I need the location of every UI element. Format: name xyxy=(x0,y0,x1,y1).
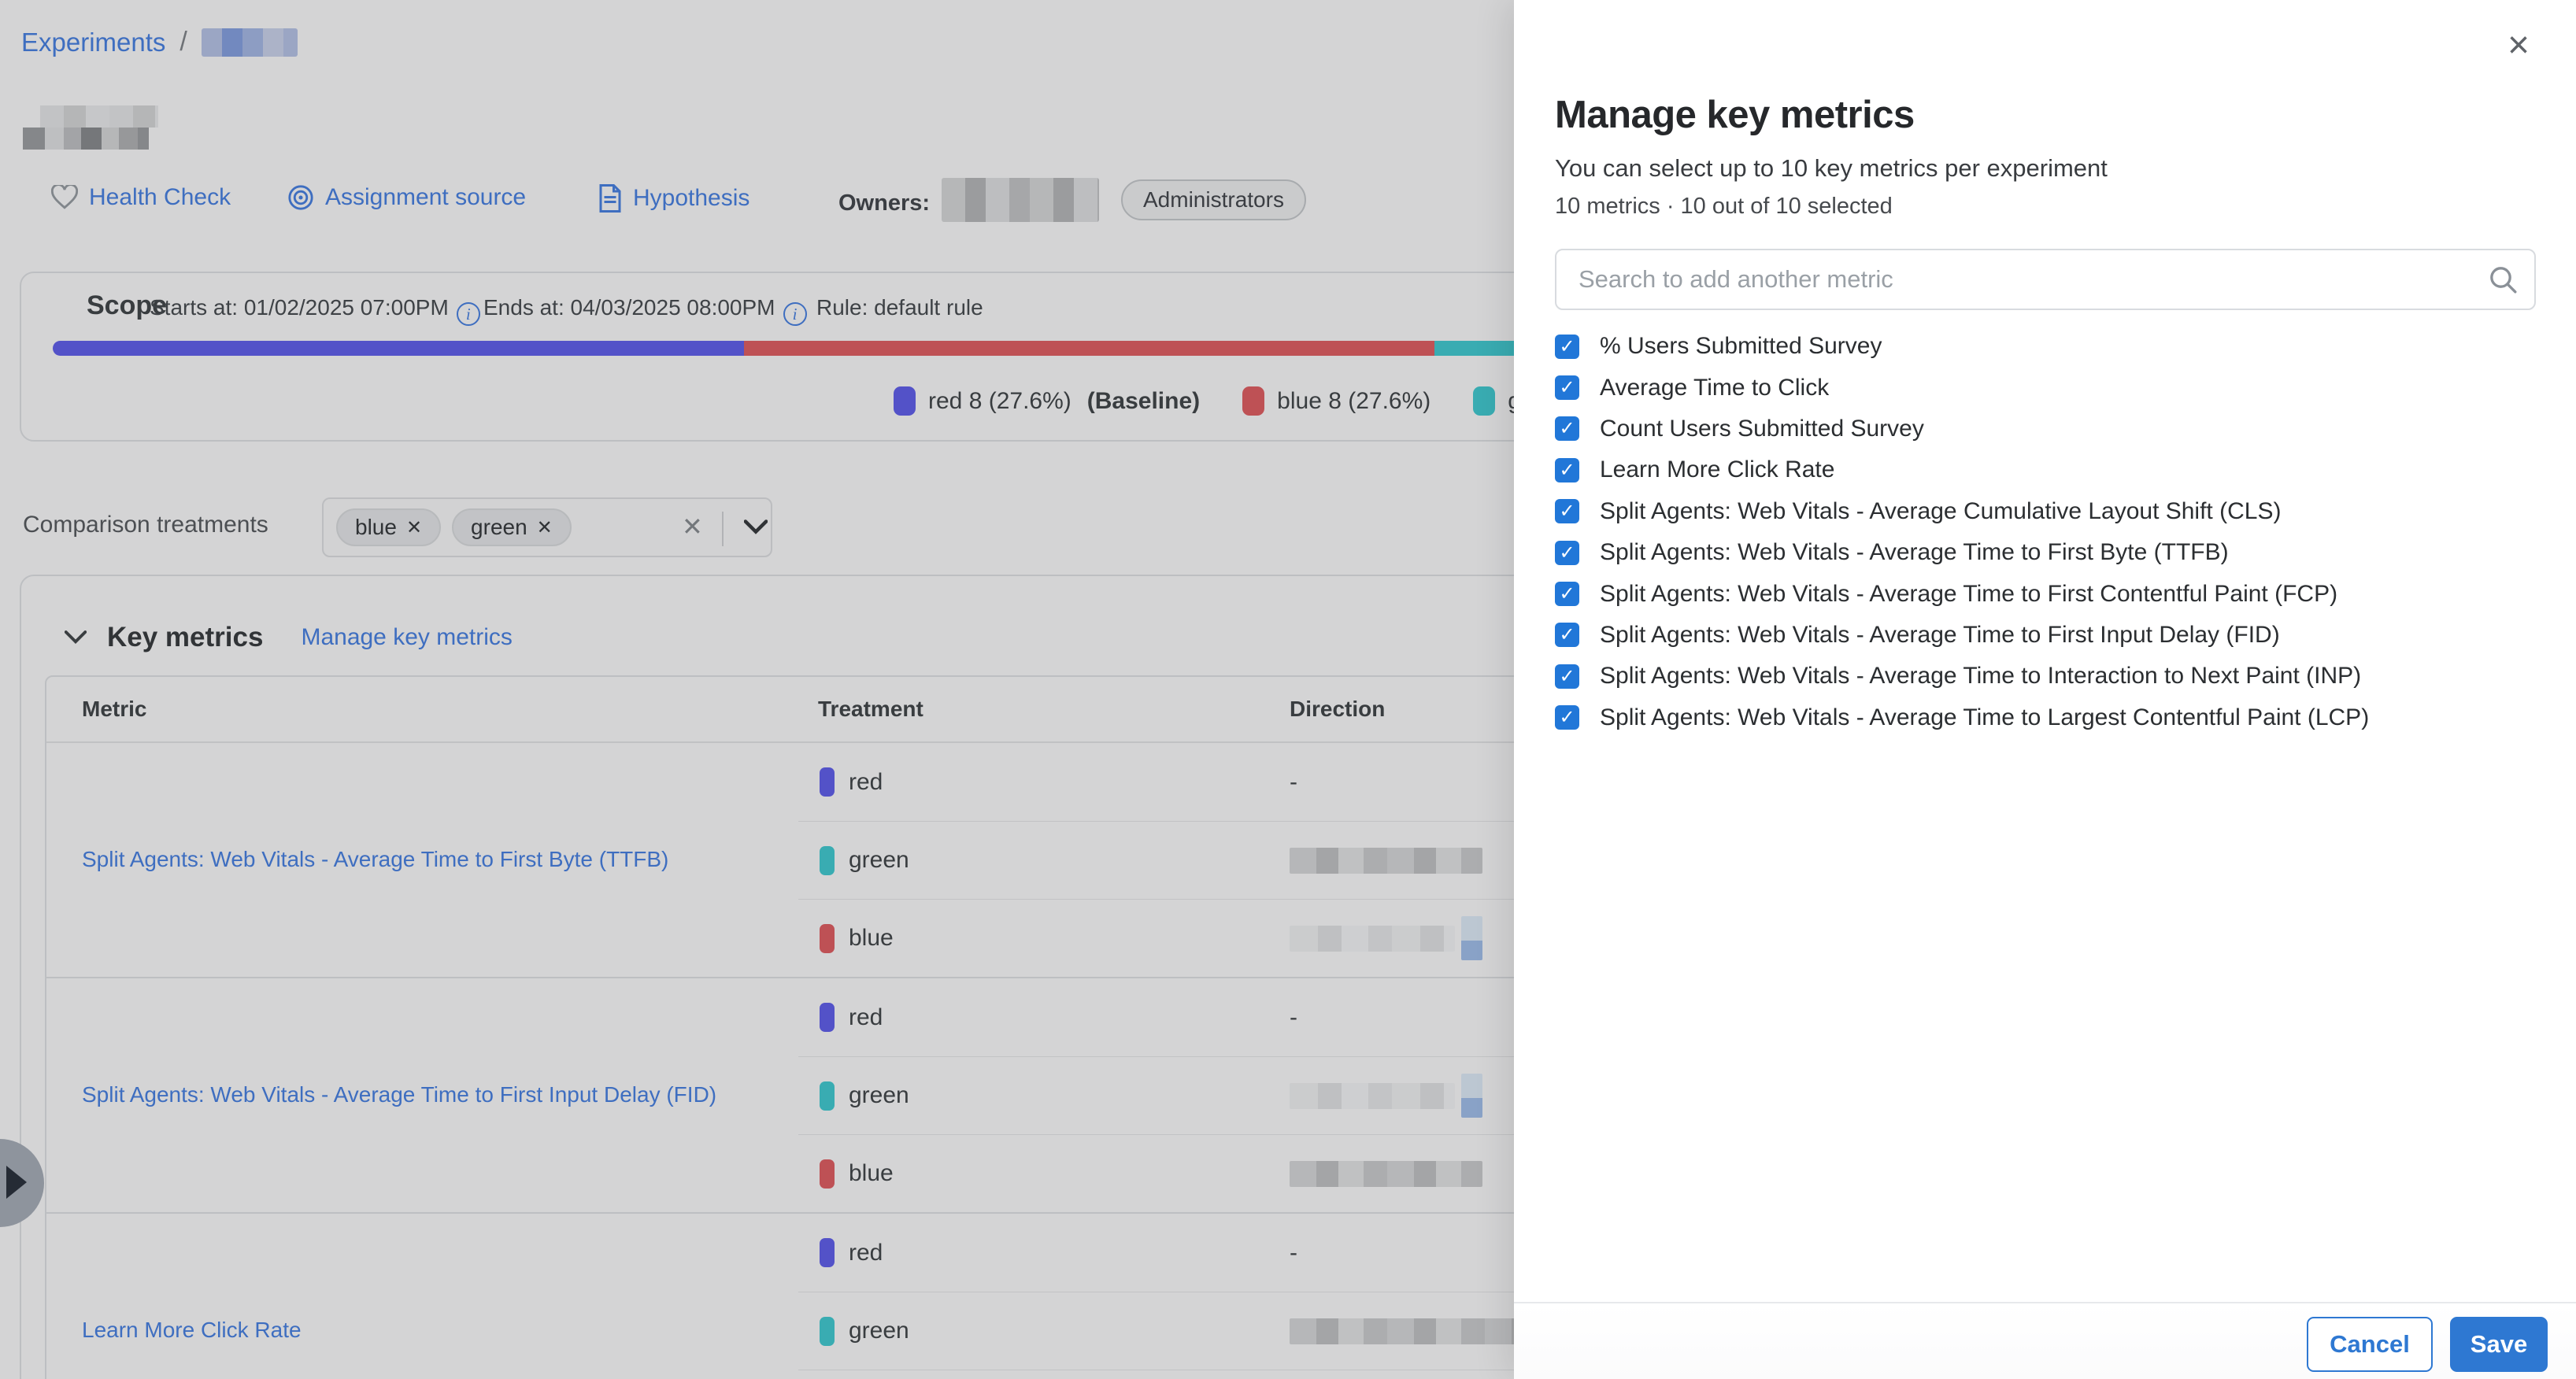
metrics-count-summary: 10 metrics · 10 out of 10 selected xyxy=(1555,194,1893,220)
manage-key-metrics-panel: × Manage key metrics You can select up t… xyxy=(1514,0,2576,1379)
checkbox-checked-icon[interactable]: ✓ xyxy=(1555,582,1579,606)
metric-checkbox-row[interactable]: ✓ Split Agents: Web Vitals - Average Time… xyxy=(1555,697,2536,738)
metric-search xyxy=(1555,249,2536,310)
metric-search-input[interactable] xyxy=(1555,249,2536,310)
metric-checkbox-row[interactable]: ✓ Split Agents: Web Vitals - Average Time… xyxy=(1555,573,2536,614)
metric-label: Split Agents: Web Vitals - Average Time … xyxy=(1600,663,2361,690)
checkbox-checked-icon[interactable]: ✓ xyxy=(1555,416,1579,441)
metric-label: % Users Submitted Survey xyxy=(1600,333,1882,360)
panel-footer: Cancel Save xyxy=(1514,1302,2576,1379)
panel-subtitle: You can select up to 10 key metrics per … xyxy=(1555,154,2108,183)
metric-label: Average Time to Click xyxy=(1600,375,1829,401)
checkbox-checked-icon[interactable]: ✓ xyxy=(1555,664,1579,689)
checkbox-checked-icon[interactable]: ✓ xyxy=(1555,541,1579,565)
cancel-button[interactable]: Cancel xyxy=(2307,1317,2433,1372)
search-icon xyxy=(2487,264,2519,295)
metric-checkbox-row[interactable]: ✓ Learn More Click Rate xyxy=(1555,449,2536,490)
metric-checkbox-row[interactable]: ✓ Average Time to Click xyxy=(1555,367,2536,408)
metric-checkbox-row[interactable]: ✓ Split Agents: Web Vitals - Average Time… xyxy=(1555,656,2536,697)
metric-label: Split Agents: Web Vitals - Average Time … xyxy=(1600,622,2280,649)
metric-checkbox-row[interactable]: ✓ Split Agents: Web Vitals - Average Time… xyxy=(1555,532,2536,573)
checkbox-checked-icon[interactable]: ✓ xyxy=(1555,499,1579,523)
metric-checkbox-row[interactable]: ✓ Split Agents: Web Vitals - Average Cumu… xyxy=(1555,491,2536,532)
metric-label: Count Users Submitted Survey xyxy=(1600,416,1924,442)
checkbox-checked-icon[interactable]: ✓ xyxy=(1555,335,1579,359)
close-icon[interactable]: × xyxy=(2508,27,2530,65)
checkbox-checked-icon[interactable]: ✓ xyxy=(1555,375,1579,400)
app-root: Experiments / Health Check Assignment so… xyxy=(0,0,2576,1379)
metric-checkbox-row[interactable]: ✓ % Users Submitted Survey xyxy=(1555,326,2536,367)
metric-checklist: ✓ % Users Submitted Survey ✓ Average Time t… xyxy=(1555,326,2536,738)
checkbox-checked-icon[interactable]: ✓ xyxy=(1555,705,1579,730)
metric-checkbox-row[interactable]: ✓ Count Users Submitted Survey xyxy=(1555,409,2536,449)
metric-label: Learn More Click Rate xyxy=(1600,457,1834,483)
panel-title: Manage key metrics xyxy=(1555,93,1915,137)
save-button[interactable]: Save xyxy=(2450,1317,2548,1372)
checkbox-checked-icon[interactable]: ✓ xyxy=(1555,623,1579,647)
checkbox-checked-icon[interactable]: ✓ xyxy=(1555,458,1579,482)
metric-label: Split Agents: Web Vitals - Average Time … xyxy=(1600,581,2337,608)
metric-label: Split Agents: Web Vitals - Average Time … xyxy=(1600,704,2369,731)
metric-label: Split Agents: Web Vitals - Average Cumul… xyxy=(1600,498,2281,525)
metric-label: Split Agents: Web Vitals - Average Time … xyxy=(1600,539,2229,566)
metric-checkbox-row[interactable]: ✓ Split Agents: Web Vitals - Average Time… xyxy=(1555,615,2536,656)
